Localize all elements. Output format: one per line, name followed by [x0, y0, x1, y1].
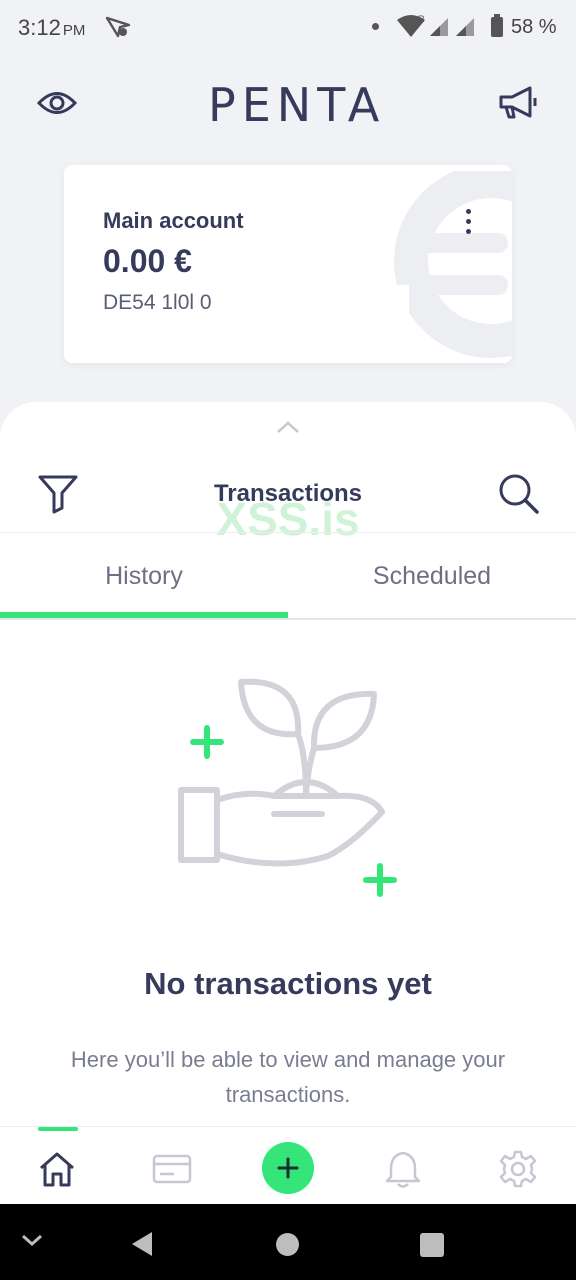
battery-icon: [490, 14, 504, 43]
account-card[interactable]: Main account 0.00 € DE54 1l0l 0: [64, 165, 512, 363]
header-divider: [0, 532, 576, 533]
notification-dot-icon: [372, 23, 379, 30]
watermark-text: XSS.is: [216, 493, 360, 545]
brand-logo: PENTA: [208, 78, 386, 132]
recents-square-icon[interactable]: [420, 1233, 444, 1257]
navigation-status-icon: [104, 14, 132, 45]
search-icon[interactable]: [497, 472, 539, 519]
eye-icon[interactable]: [36, 86, 78, 125]
signal-icon: [428, 16, 450, 43]
empty-state-title: No transactions yet: [144, 966, 432, 1001]
more-menu-icon[interactable]: [460, 209, 476, 239]
home-icon[interactable]: [35, 1147, 79, 1191]
add-button[interactable]: [262, 1142, 314, 1194]
tabs-divider: [0, 618, 576, 620]
plant-in-hand-icon: [178, 678, 397, 897]
bottom-navigation: [0, 1126, 576, 1204]
tab-history[interactable]: History: [0, 562, 288, 591]
svg-text:R: R: [418, 14, 425, 24]
wifi-icon: R: [396, 14, 426, 43]
battery-percent: 58 %: [511, 16, 557, 38]
euro-watermark-icon: [394, 171, 512, 358]
account-name: Main account: [103, 208, 244, 233]
transactions-sheet: Transactions XSS.is History Scheduled No…: [0, 402, 576, 1126]
signal-icon-secondary: [454, 16, 476, 43]
status-time: 3:12 PM: [18, 15, 86, 40]
bell-icon[interactable]: [381, 1147, 425, 1191]
chevron-up-icon[interactable]: [276, 420, 300, 439]
status-bar: 3:12 PM R 58 %: [0, 0, 576, 56]
home-circle-icon[interactable]: [276, 1233, 299, 1256]
gear-icon[interactable]: [496, 1147, 540, 1191]
system-navigation-bar: [0, 1204, 576, 1280]
empty-state-description: Here you’ll be able to view and manage y…: [70, 1047, 506, 1107]
back-icon[interactable]: [130, 1230, 154, 1263]
card-icon[interactable]: [150, 1147, 194, 1191]
tab-scheduled[interactable]: Scheduled: [288, 562, 576, 591]
active-nav-indicator: [38, 1127, 78, 1131]
chevron-down-icon[interactable]: [20, 1232, 44, 1253]
account-balance: 0.00 €: [103, 243, 192, 279]
iban-redaction: [214, 285, 409, 321]
megaphone-icon[interactable]: [496, 84, 540, 127]
account-iban: DE54 1l0l 0: [103, 291, 212, 314]
plus-icon: [277, 1157, 299, 1179]
